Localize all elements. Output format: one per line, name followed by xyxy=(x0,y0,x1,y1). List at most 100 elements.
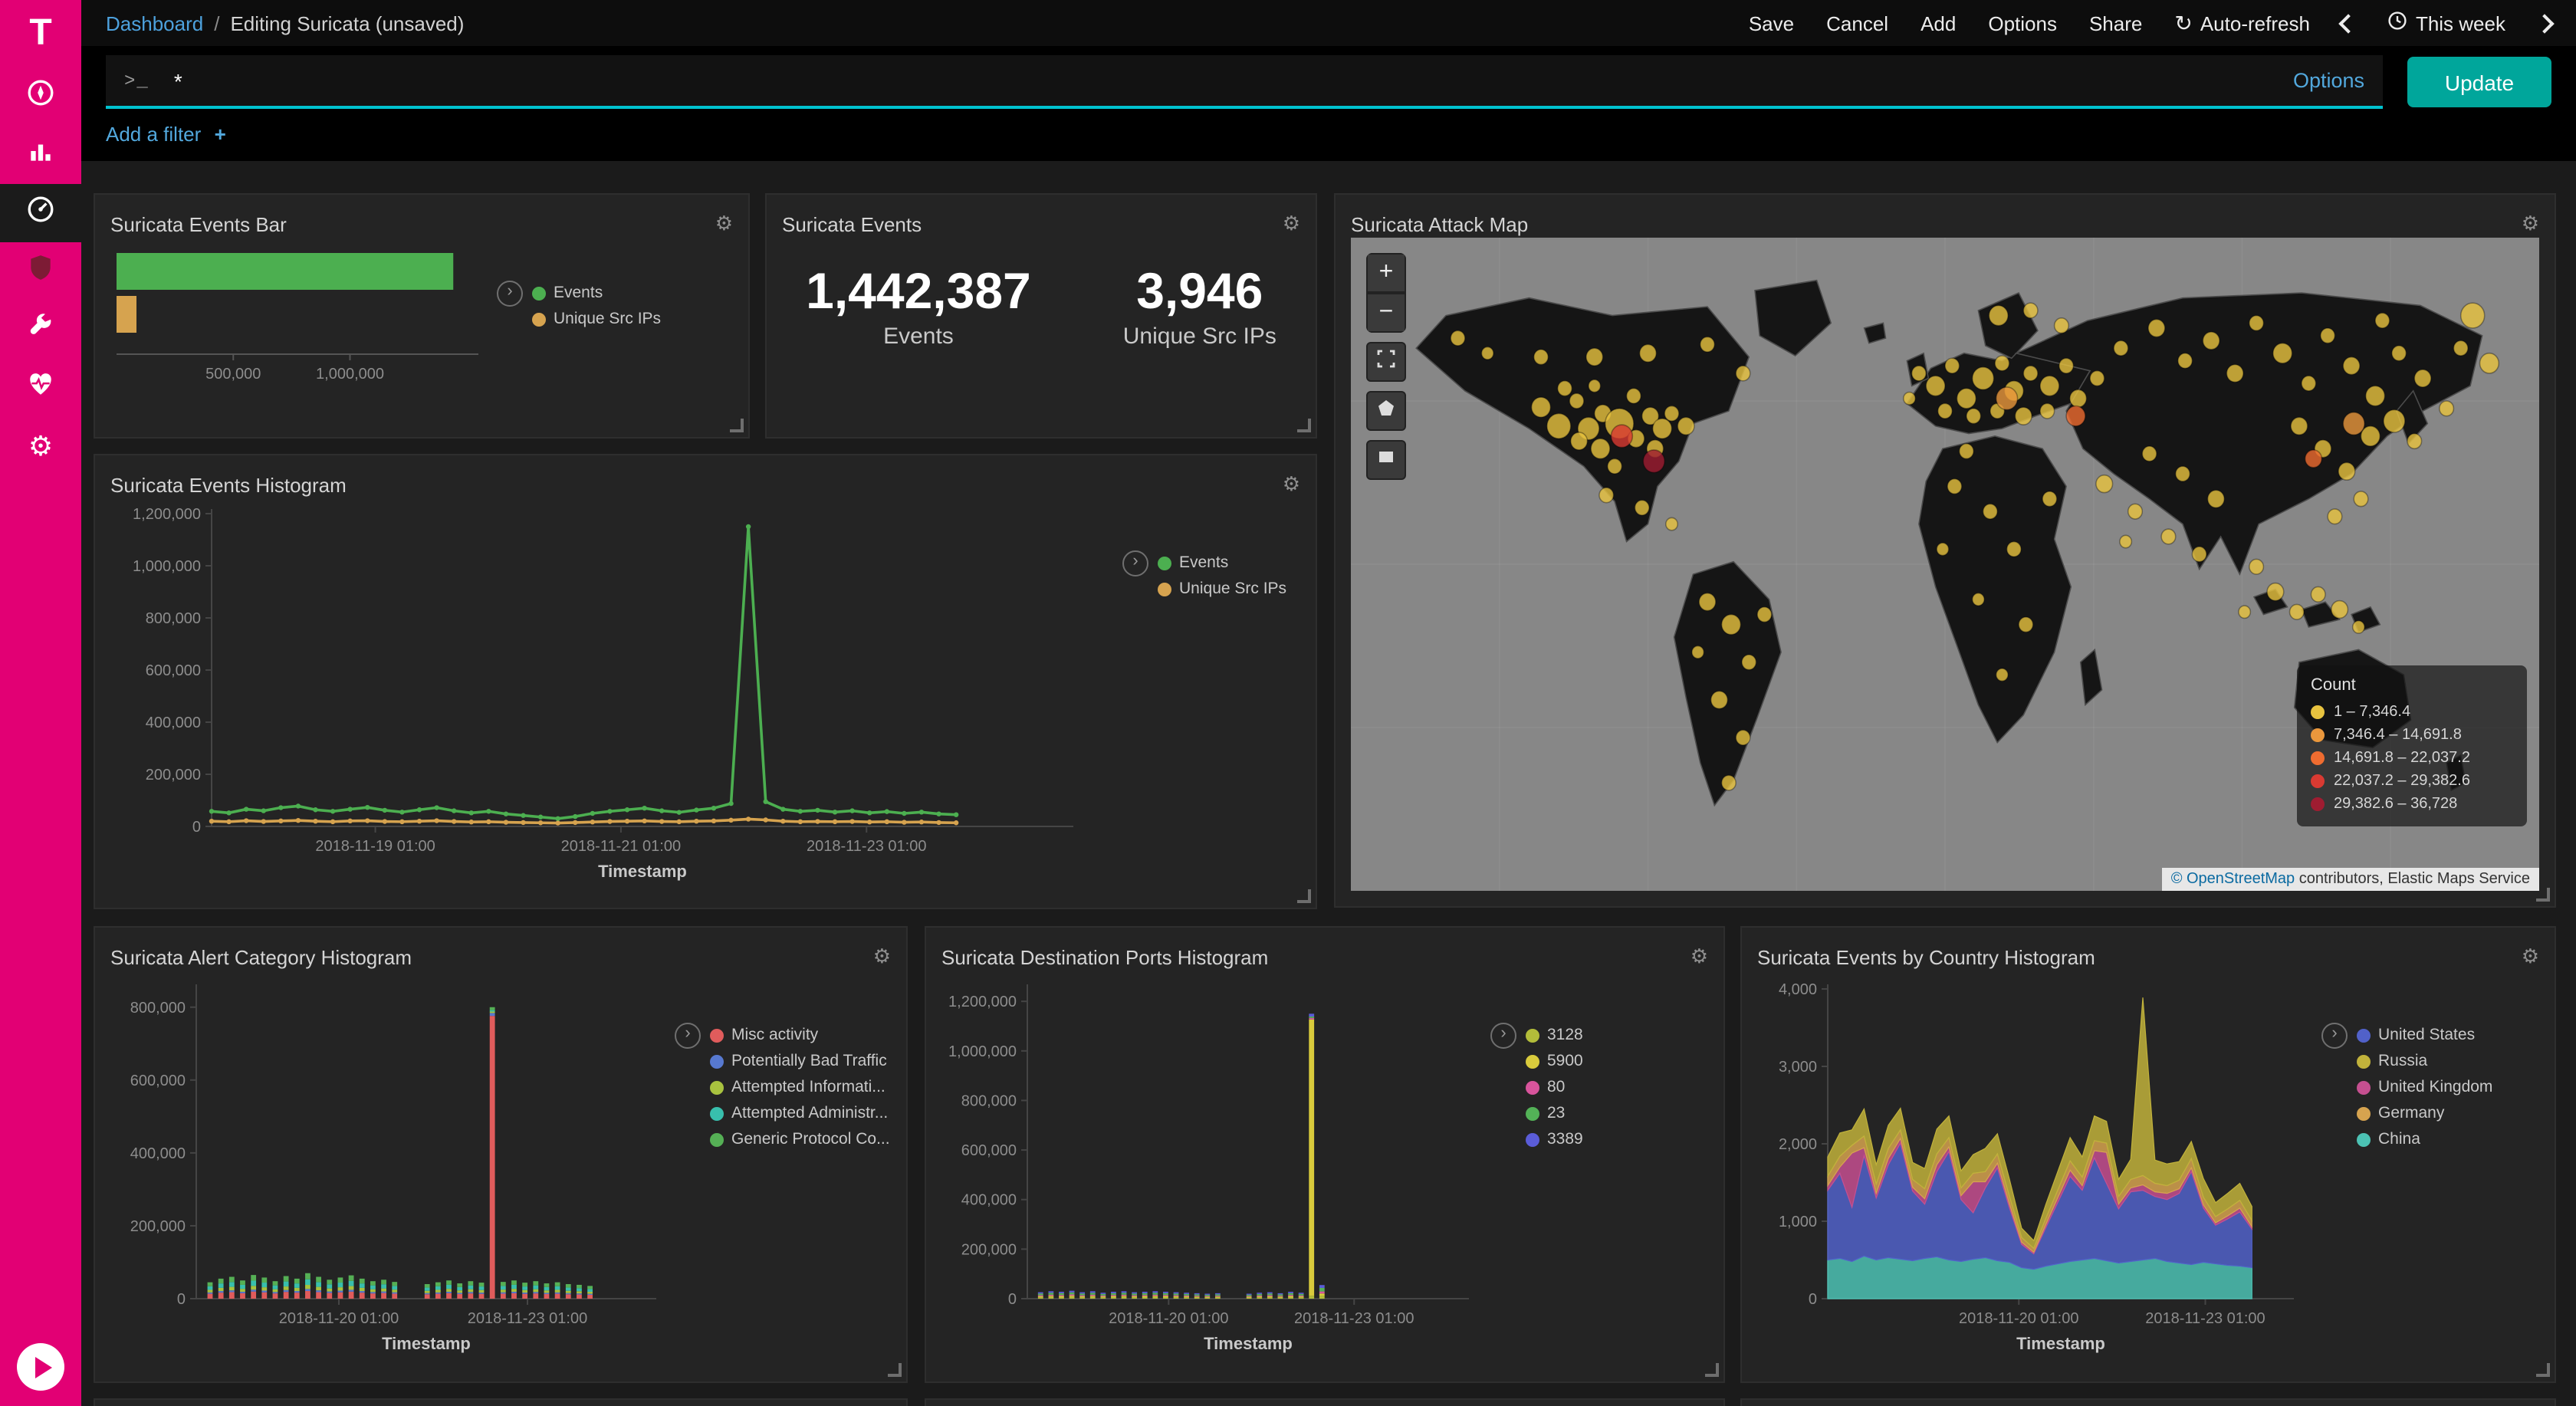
legend-color-dot xyxy=(1158,557,1171,570)
panel-gear-icon[interactable]: ⚙ xyxy=(873,945,891,968)
time-back-button[interactable] xyxy=(2342,16,2356,30)
legend-item[interactable]: 23 xyxy=(1526,1101,1583,1127)
svg-text:200,000: 200,000 xyxy=(130,1218,186,1235)
telekom-logo[interactable]: T xyxy=(0,0,81,67)
panel-gear-icon[interactable]: ⚙ xyxy=(1283,212,1300,235)
chart-legend: › EventsUnique Src IPs xyxy=(1122,550,1286,603)
legend-item[interactable]: 5900 xyxy=(1526,1049,1583,1075)
legend-toggle-icon[interactable]: › xyxy=(675,1023,701,1049)
legend-item[interactable]: Germany xyxy=(2357,1101,2492,1127)
query-input-container[interactable]: >_ Options xyxy=(106,55,2383,109)
legend-label: United States xyxy=(2378,1023,2475,1049)
panel-resize-handle[interactable] xyxy=(1297,419,1311,432)
topnav-action-save[interactable]: Save xyxy=(1749,11,1794,34)
panel-resize-handle[interactable] xyxy=(1705,1363,1719,1377)
panel-resize-handle[interactable] xyxy=(888,1363,902,1377)
map-canvas[interactable]: +−Count1 – 7,346.47,346.4 – 14,691.814,6… xyxy=(1351,238,2539,891)
time-range-button[interactable]: This week xyxy=(2388,11,2505,35)
legend-item[interactable]: 3389 xyxy=(1526,1127,1583,1153)
legend-item[interactable]: Russia xyxy=(2357,1049,2492,1075)
legend-item[interactable]: Misc activity xyxy=(710,1023,890,1049)
chart-legend: ›Misc activityPotentially Bad TrafficAtt… xyxy=(675,1023,890,1153)
attribution-text: contributors, xyxy=(2295,871,2387,888)
svg-text:0: 0 xyxy=(1008,1291,1017,1308)
svg-text:Timestamp: Timestamp xyxy=(598,862,687,881)
legend-item[interactable]: Potentially Bad Traffic xyxy=(710,1049,890,1075)
legend-item[interactable]: China xyxy=(2357,1127,2492,1153)
sidebar-item-devtools[interactable] xyxy=(0,301,81,359)
attribution-link[interactable]: © OpenStreetMap xyxy=(2171,871,2295,888)
panel-title: Suricata Events xyxy=(782,212,922,235)
sidebar-item-monitoring[interactable] xyxy=(0,359,81,417)
terminal-prompt-icon: >_ xyxy=(124,70,150,91)
topnav-action-options[interactable]: Options xyxy=(1988,11,2057,34)
legend-item[interactable]: Attempted Administr... xyxy=(710,1101,890,1127)
panel-gear-icon[interactable]: ⚙ xyxy=(2522,945,2539,968)
svg-text:Timestamp: Timestamp xyxy=(382,1334,471,1353)
sidebar-item-dashboard[interactable] xyxy=(0,184,81,242)
query-options-link[interactable]: Options xyxy=(2293,69,2364,92)
draw-polygon-button[interactable] xyxy=(1366,391,1406,431)
fit-bounds-button[interactable] xyxy=(1366,342,1406,382)
auto-refresh-button[interactable]: ↻ Auto-refresh xyxy=(2174,10,2310,36)
panel-gear-icon[interactable]: ⚙ xyxy=(1691,945,1708,968)
panel-resize-handle[interactable] xyxy=(2536,1363,2550,1377)
panel-gear-icon[interactable]: ⚙ xyxy=(1283,473,1300,496)
legend-item[interactable]: Events xyxy=(1158,550,1286,577)
zoom-out-button[interactable]: − xyxy=(1366,293,1406,333)
kibana-dashboard: T xyxy=(0,0,2576,1406)
map-legend-row: 14,691.8 – 22,037.2 xyxy=(2311,747,2513,770)
svg-text:3,000: 3,000 xyxy=(1779,1059,1817,1076)
legend-toggle-icon[interactable]: › xyxy=(1122,550,1148,577)
topnav-action-share[interactable]: Share xyxy=(2089,11,2142,34)
topnav-actions: Save Cancel Add Options Share ↻ Auto-refresh… xyxy=(1749,10,2551,36)
update-button[interactable]: Update xyxy=(2407,57,2551,107)
sidebar-item-discover[interactable] xyxy=(0,67,81,126)
legend-item[interactable]: 3128 xyxy=(1526,1023,1583,1049)
legend-label: 3389 xyxy=(1547,1127,1583,1153)
legend-item[interactable]: Attempted Informati... xyxy=(710,1075,890,1101)
legend-item[interactable]: Events xyxy=(532,281,661,307)
legend-toggle-icon[interactable]: › xyxy=(2321,1023,2348,1049)
zoom-in-button[interactable]: + xyxy=(1366,253,1406,293)
attack-map[interactable]: +−Count1 – 7,346.47,346.4 – 14,691.814,6… xyxy=(1351,238,2539,891)
events-bar-svg: 500,0001,000,000 xyxy=(110,241,509,425)
legend-item[interactable]: United Kingdom xyxy=(2357,1075,2492,1101)
legend-label: China xyxy=(2378,1127,2420,1153)
legend-item[interactable]: United States xyxy=(2357,1023,2492,1049)
legend-label: Germany xyxy=(2378,1101,2444,1127)
sidebar-item-management[interactable]: ⚙ xyxy=(0,417,81,475)
map-legend-label: 7,346.4 – 14,691.8 xyxy=(2334,724,2462,747)
panel-title: Suricata Destination Ports Histogram xyxy=(941,945,1268,968)
sidebar-item-security[interactable] xyxy=(0,242,81,301)
breadcrumb-dashboard[interactable]: Dashboard xyxy=(106,11,203,34)
legend-item[interactable]: Unique Src IPs xyxy=(1158,577,1286,603)
panel-resize-handle[interactable] xyxy=(1297,889,1311,903)
panel-suricata-events-bar: Suricata Events Bar ⚙ 500,0001,000,000›E… xyxy=(94,193,750,439)
collapse-play-button[interactable] xyxy=(17,1343,64,1391)
panel-resize-handle[interactable] xyxy=(730,419,744,432)
time-forward-button[interactable] xyxy=(2538,16,2551,30)
legend-item[interactable]: 80 xyxy=(1526,1075,1583,1101)
panel-gear-icon[interactable]: ⚙ xyxy=(715,212,733,235)
add-filter-link[interactable]: Add a filter xyxy=(106,123,201,146)
panel-suricata-events-histogram: Suricata Events Histogram ⚙ 0200,000400,… xyxy=(94,454,1317,909)
svg-text:2018-11-20 01:00: 2018-11-20 01:00 xyxy=(279,1310,399,1327)
query-input[interactable] xyxy=(171,67,2275,94)
legend-toggle-icon[interactable]: › xyxy=(497,281,523,307)
filter-bar: Add a filter + xyxy=(81,109,2576,163)
legend-item[interactable]: Generic Protocol Co... xyxy=(710,1127,890,1153)
sidebar-item-visualize[interactable] xyxy=(0,126,81,184)
legend-item[interactable]: Unique Src IPs xyxy=(532,307,661,333)
topnav-action-add[interactable]: Add xyxy=(1921,11,1956,34)
topnav-action-group: Save Cancel Add Options Share xyxy=(1749,11,2143,34)
panel-gear-icon[interactable]: ⚙ xyxy=(2522,212,2539,235)
clock-icon xyxy=(2388,11,2408,35)
draw-rectangle-button[interactable] xyxy=(1366,440,1406,480)
topnav-action-cancel[interactable]: Cancel xyxy=(1826,11,1888,34)
svg-text:600,000: 600,000 xyxy=(146,662,201,679)
panel-suricata-attack-map: Suricata Attack Map ⚙ +−Count1 – 7,346.4… xyxy=(1334,193,2556,908)
svg-text:0: 0 xyxy=(177,1291,186,1308)
legend-toggle-icon[interactable]: › xyxy=(1490,1023,1516,1049)
breadcrumb-current: Editing Suricata (unsaved) xyxy=(230,11,464,34)
